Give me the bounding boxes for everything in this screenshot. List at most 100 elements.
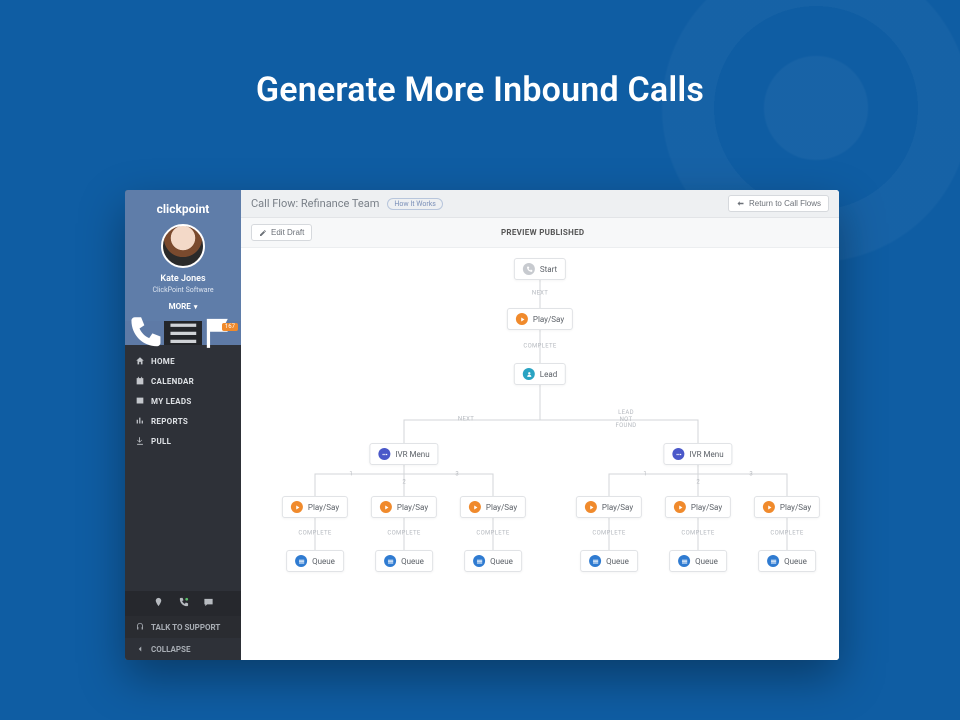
chevron-down-icon: ▾ [194,303,198,311]
dial-icon[interactable] [178,597,189,610]
node-queue-2[interactable]: Queue [375,550,433,572]
flag-badge: 167 [222,323,238,331]
titlebar: Call Flow: Refinance Team How It Works R… [241,190,839,218]
nav-calendar[interactable]: CALENDAR [125,371,241,391]
nav-home[interactable]: HOME [125,351,241,371]
sidebar-spacer [125,451,241,591]
edge-complete-2: COMPLETE [387,531,420,538]
node-start-label: Start [540,265,557,274]
queue-icon [678,555,690,567]
return-button[interactable]: Return to Call Flows [728,195,829,212]
talk-to-support[interactable]: TALK TO SUPPORT [125,616,241,638]
page-title: Call Flow: Refinance Team [251,197,379,210]
phone-icon [125,314,164,353]
node-playsay-1-label: Play/Say [308,503,339,512]
edge-complete-1: COMPLETE [298,531,331,538]
user-more-label: MORE [169,302,191,311]
pencil-icon [259,229,267,237]
queue-icon [589,555,601,567]
node-playsay-4[interactable]: Play/Say [576,496,642,518]
pull-icon [135,436,145,446]
user-org: ClickPoint Software [125,286,241,294]
node-playsay-5-label: Play/Say [691,503,722,512]
main-area: Call Flow: Refinance Team How It Works R… [241,190,839,660]
branch-1-right: 1 [643,471,646,478]
queue-icon [767,555,779,567]
nav-reports[interactable]: REPORTS [125,411,241,431]
branch-3-right: 3 [749,471,752,478]
chat-icon[interactable] [203,597,214,610]
phone-start-icon [523,263,535,275]
sidebar-utility-row [125,591,241,616]
play-icon [674,501,686,513]
node-playsay-2[interactable]: Play/Say [371,496,437,518]
calendar-icon [135,376,145,386]
edit-draft-button[interactable]: Edit Draft [251,224,312,241]
collapse-sidebar[interactable]: COLLAPSE [125,638,241,660]
node-start[interactable]: Start [514,258,566,280]
branch-1-left: 1 [349,471,352,478]
node-queue-6-label: Queue [784,557,807,566]
edge-label-complete: COMPLETE [523,344,556,351]
node-playsay-3[interactable]: Play/Say [460,496,526,518]
node-playsay-6-label: Play/Say [780,503,811,512]
queue-icon [295,555,307,567]
user-more-toggle[interactable]: MORE▾ [125,302,241,311]
location-icon[interactable] [153,597,164,610]
node-playsay-1[interactable]: Play/Say [282,496,348,518]
node-queue-1[interactable]: Queue [286,550,344,572]
branch-2-right: 2 [696,479,699,486]
talk-to-support-label: TALK TO SUPPORT [151,623,220,632]
node-queue-5[interactable]: Queue [669,550,727,572]
nav-pull[interactable]: PULL [125,431,241,451]
node-queue-4[interactable]: Queue [580,550,638,572]
node-playsay-6[interactable]: Play/Say [754,496,820,518]
edge-complete-3: COMPLETE [476,531,509,538]
branch-2-left: 2 [402,479,405,486]
nav-myleads[interactable]: MY LEADS [125,391,241,411]
node-ivr-left[interactable]: IVR Menu [369,443,438,465]
edge-label-next-2: NEXT [458,417,474,424]
tab-list[interactable] [164,321,203,345]
node-queue-2-label: Queue [401,557,424,566]
tab-flag[interactable]: 167 [202,321,241,345]
avatar[interactable] [161,224,205,268]
node-queue-3[interactable]: Queue [464,550,522,572]
edge-complete-5: COMPLETE [681,531,714,538]
node-playsay-4-label: Play/Say [602,503,633,512]
how-it-works-pill[interactable]: How It Works [387,198,443,210]
edge-label-lead-not-found: LEAD NOT FOUND [615,410,636,430]
node-playsay-2-label: Play/Say [397,503,428,512]
hero-title: Generate More Inbound Calls [0,0,960,110]
home-icon [135,356,145,366]
edge-complete-6: COMPLETE [770,531,803,538]
play-icon [763,501,775,513]
node-lead[interactable]: Lead [514,363,566,385]
node-queue-1-label: Queue [312,557,335,566]
node-playsay-root-label: Play/Say [533,315,564,324]
node-playsay-5[interactable]: Play/Say [665,496,731,518]
node-playsay-3-label: Play/Say [486,503,517,512]
play-icon [469,501,481,513]
node-queue-6[interactable]: Queue [758,550,816,572]
subbar: Edit Draft PREVIEW PUBLISHED [241,218,839,248]
tab-phone[interactable] [125,321,164,345]
list-icon [164,314,203,353]
flag-icon [202,314,241,353]
nav-reports-label: REPORTS [151,417,188,426]
queue-icon [473,555,485,567]
ivr-icon [378,448,390,460]
collapse-label: COLLAPSE [151,645,190,654]
edge-label-next: NEXT [532,291,548,298]
flow-canvas[interactable]: NEXT COMPLETE NEXT LEAD NOT FOUND 1 2 3 … [241,248,839,660]
ivr-icon [672,448,684,460]
node-ivr-right-label: IVR Menu [689,450,723,459]
preview-published-label: PREVIEW PUBLISHED [312,228,773,237]
return-icon [736,199,745,208]
nav-pull-label: PULL [151,437,171,446]
node-ivr-right[interactable]: IVR Menu [663,443,732,465]
node-lead-label: Lead [540,370,557,379]
node-playsay-root[interactable]: Play/Say [507,308,573,330]
sidebar-tabstrip: 167 [125,321,241,345]
brand-logo: clickpoint [125,198,241,224]
